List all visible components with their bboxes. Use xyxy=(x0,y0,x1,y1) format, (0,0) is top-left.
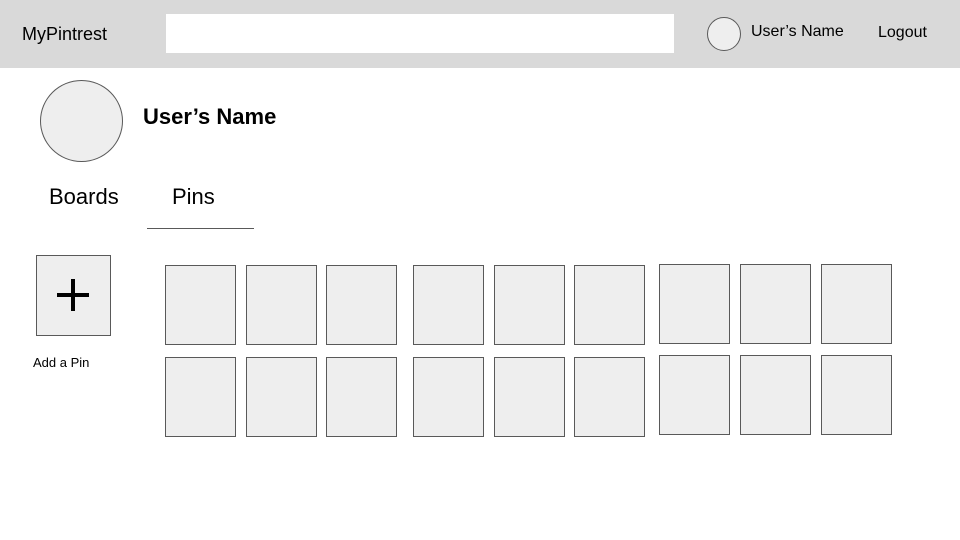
pin-placeholder[interactable] xyxy=(740,264,811,344)
pin-placeholder[interactable] xyxy=(494,357,565,437)
pin-placeholder[interactable] xyxy=(659,264,730,344)
pin-placeholder[interactable] xyxy=(165,357,236,437)
pin-placeholder[interactable] xyxy=(494,265,565,345)
header-user-name[interactable]: User’s Name xyxy=(751,23,844,41)
top-bar: MyPintrest User’s Name Logout xyxy=(0,0,960,68)
pin-placeholder[interactable] xyxy=(659,355,730,435)
pin-placeholder[interactable] xyxy=(821,355,892,435)
profile-avatar xyxy=(40,80,123,162)
pin-placeholder[interactable] xyxy=(574,357,645,437)
pin-placeholder[interactable] xyxy=(326,265,397,345)
profile-name: User’s Name xyxy=(143,104,277,129)
pin-placeholder[interactable] xyxy=(413,357,484,437)
pin-placeholder[interactable] xyxy=(740,355,811,435)
header-avatar[interactable] xyxy=(707,17,741,51)
pin-placeholder[interactable] xyxy=(165,265,236,345)
pin-placeholder[interactable] xyxy=(413,265,484,345)
pin-placeholder[interactable] xyxy=(821,264,892,344)
pin-placeholder[interactable] xyxy=(326,357,397,437)
pin-placeholder[interactable] xyxy=(246,357,317,437)
search-input[interactable] xyxy=(165,13,675,54)
pin-placeholder[interactable] xyxy=(246,265,317,345)
tab-pins[interactable]: Pins xyxy=(172,184,215,210)
add-pin-button[interactable] xyxy=(36,255,111,336)
pin-placeholder[interactable] xyxy=(574,265,645,345)
add-pin-label: Add a Pin xyxy=(33,355,90,370)
app-brand[interactable]: MyPintrest xyxy=(22,24,107,45)
logout-link[interactable]: Logout xyxy=(878,24,927,42)
active-tab-indicator xyxy=(147,228,254,229)
tab-boards[interactable]: Boards xyxy=(49,184,119,210)
